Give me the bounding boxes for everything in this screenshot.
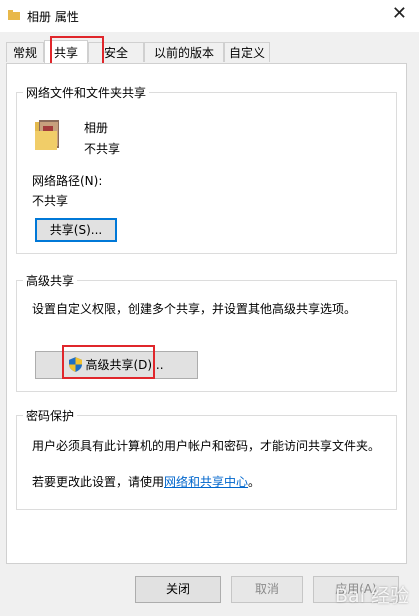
password-protection-group: 密码保护 用户必须具有此计算机的用户帐户和密码，才能访问共享文件夹。 若要更改此… (16, 407, 397, 510)
highlight-box-advanced (62, 345, 155, 379)
close-button-label: 关闭 (165, 582, 190, 596)
properties-dialog: 相册 属性 ✕ 常规 共享 安全 以前的版本 自定义 网络文件和文件夹共享 相册… (0, 0, 419, 616)
group-heading: 密码保护 (23, 407, 78, 424)
close-button[interactable]: 关闭 (135, 576, 221, 603)
change-setting-prefix: 若要更改此设置，请使用 (32, 475, 165, 489)
cancel-button[interactable]: 取消 (231, 576, 303, 603)
tab-label: 安全 (103, 46, 128, 60)
tab-label: 自定义 (228, 46, 265, 60)
sharing-panel: 网络文件和文件夹共享 相册 不共享 网络路径(N): 不共享 共享(S)... … (6, 63, 407, 564)
tab-previous-versions[interactable]: 以前的版本 (144, 42, 224, 62)
tab-label: 常规 (12, 46, 37, 60)
password-protection-change: 若要更改此设置，请使用网络和共享中心。 (32, 473, 260, 490)
tab-customize[interactable]: 自定义 (224, 42, 270, 62)
password-protection-text: 用户必须具有此计算机的用户帐户和密码，才能访问共享文件夹。 (32, 439, 381, 453)
close-icon[interactable]: ✕ (392, 4, 407, 24)
network-sharing-group: 网络文件和文件夹共享 相册 不共享 网络路径(N): 不共享 共享(S)... (16, 84, 397, 254)
network-path-value: 不共享 (32, 194, 69, 208)
advanced-sharing-description: 设置自定义权限，创建多个共享，并设置其他高级共享选项。 (32, 302, 357, 316)
title-bar: 相册 属性 ✕ (0, 0, 419, 32)
group-heading: 网络文件和文件夹共享 (23, 84, 150, 101)
network-path-label: 网络路径(N): (32, 174, 103, 188)
folder-icon (35, 120, 59, 150)
network-sharing-center-link[interactable]: 网络和共享中心 (164, 475, 248, 489)
highlight-box-tab (50, 36, 104, 66)
share-button-label: 共享(S)... (49, 223, 103, 237)
folder-name: 相册 (84, 121, 109, 135)
group-heading: 高级共享 (23, 272, 78, 289)
watermark-text: Bai 经验 (335, 585, 409, 607)
change-setting-suffix: 。 (248, 475, 261, 489)
window-title: 相册 属性 (27, 10, 79, 24)
tab-label: 以前的版本 (153, 46, 214, 60)
cancel-button-label: 取消 (254, 582, 279, 596)
tab-general[interactable]: 常规 (6, 42, 44, 62)
share-button[interactable]: 共享(S)... (35, 218, 117, 242)
folder-icon (8, 10, 20, 20)
share-status: 不共享 (84, 142, 121, 156)
